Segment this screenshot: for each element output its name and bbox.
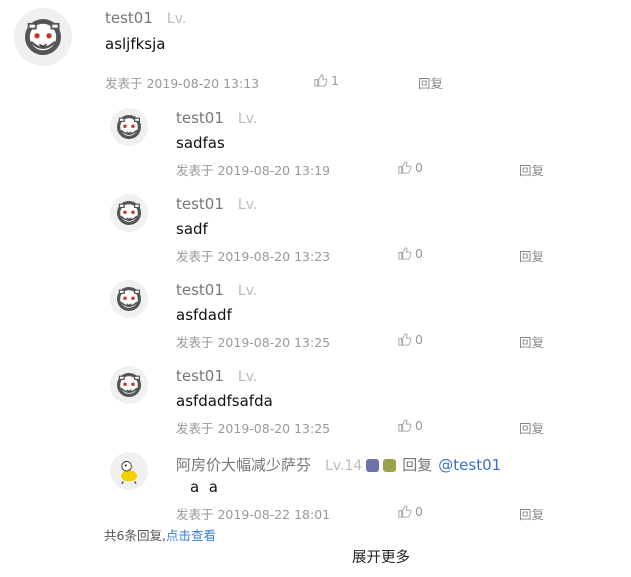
reply-time: 发表于 2019-08-20 13:19 [176, 163, 331, 178]
reply-username[interactable]: test01 Lv. [176, 109, 257, 127]
reply-content: asfdadfsafda [176, 392, 273, 410]
level-badge: Lv.14 [325, 458, 363, 474]
thumbs-up-icon [397, 246, 412, 261]
reply-button[interactable]: 回复 [519, 504, 544, 523]
medal-icon [366, 459, 380, 472]
ghost-avatar-icon [113, 111, 145, 143]
like-count: 0 [415, 332, 423, 347]
ghost-avatar-icon [113, 369, 145, 401]
thumbs-up-icon [313, 73, 328, 88]
username-link[interactable]: test01 [176, 109, 224, 127]
like-count: 0 [415, 504, 423, 519]
reply-content: a a [190, 478, 218, 496]
reply-time: 发表于 2019-08-20 13:23 [176, 249, 331, 264]
like-count: 0 [415, 160, 423, 175]
like-button[interactable]: 0 [397, 160, 423, 175]
like-count: 0 [415, 246, 423, 261]
ghost-avatar-icon [113, 283, 145, 315]
like-button[interactable]: 0 [397, 504, 423, 519]
level-badge: Lv. [237, 369, 258, 385]
avatar[interactable] [110, 194, 148, 232]
like-count: 0 [415, 418, 423, 433]
reply-username[interactable]: test01 Lv. [176, 281, 257, 299]
username-link[interactable]: 阿房价大幅减少萨芬 [176, 456, 311, 474]
reply-summary: 共6条回复,点击查看 [104, 525, 216, 544]
username-link[interactable]: test01 [176, 281, 224, 299]
like-button[interactable]: 1 [313, 73, 339, 88]
inline-reply-label: 回复 [402, 456, 433, 474]
level-badge: Lv. [166, 11, 187, 27]
comment-content: asljfksja [105, 35, 166, 53]
thumbs-up-icon [397, 332, 412, 347]
like-button[interactable]: 0 [397, 246, 423, 261]
avatar[interactable] [14, 8, 72, 66]
reply-time: 发表于 2019-08-20 13:25 [176, 335, 331, 350]
level-badge: Lv. [237, 283, 258, 299]
crown-icon [383, 459, 397, 472]
username-link[interactable]: test01 [105, 9, 153, 27]
thumbs-up-icon [397, 418, 412, 433]
username-link[interactable]: test01 [176, 367, 224, 385]
reply-button[interactable]: 回复 [418, 73, 443, 92]
thumbs-up-icon [397, 504, 412, 519]
avatar[interactable] [110, 452, 148, 490]
reply-count-text: 共6条回复, [104, 528, 166, 543]
reply-button[interactable]: 回复 [519, 246, 544, 265]
chick-avatar-icon [121, 460, 137, 485]
thumbs-up-icon [397, 160, 412, 175]
reply-username[interactable]: 阿房价大幅减少萨芬 Lv.14 回复 @test01 [176, 454, 501, 475]
reply-time: 发表于 2019-08-22 18:01 [176, 507, 331, 522]
reply-time: 发表于 2019-08-20 13:25 [176, 421, 331, 436]
reply-content: sadfas [176, 134, 225, 152]
like-button[interactable]: 0 [397, 332, 423, 347]
comment-time: 发表于 2019-08-20 13:13 [105, 76, 260, 91]
level-badge: Lv. [237, 111, 258, 127]
avatar[interactable] [110, 108, 148, 146]
reply-button[interactable]: 回复 [519, 160, 544, 179]
reply-username[interactable]: test01 Lv. [176, 367, 257, 385]
comment-username[interactable]: test01 Lv. [105, 9, 186, 27]
ghost-avatar-icon [19, 13, 67, 61]
reply-content: sadf [176, 220, 208, 238]
reply-button[interactable]: 回复 [519, 332, 544, 351]
reply-content: asfdadf [176, 306, 232, 324]
username-link[interactable]: test01 [176, 195, 224, 213]
expand-more-button[interactable]: 展开更多 [352, 546, 410, 567]
like-button[interactable]: 0 [397, 418, 423, 433]
reply-button[interactable]: 回复 [519, 418, 544, 437]
mention-link[interactable]: @test01 [438, 456, 501, 474]
like-count: 1 [331, 73, 339, 88]
reply-username[interactable]: test01 Lv. [176, 195, 257, 213]
ghost-avatar-icon [113, 197, 145, 229]
avatar[interactable] [110, 366, 148, 404]
view-replies-link[interactable]: 点击查看 [166, 528, 216, 543]
level-badge: Lv. [237, 197, 258, 213]
avatar[interactable] [110, 280, 148, 318]
